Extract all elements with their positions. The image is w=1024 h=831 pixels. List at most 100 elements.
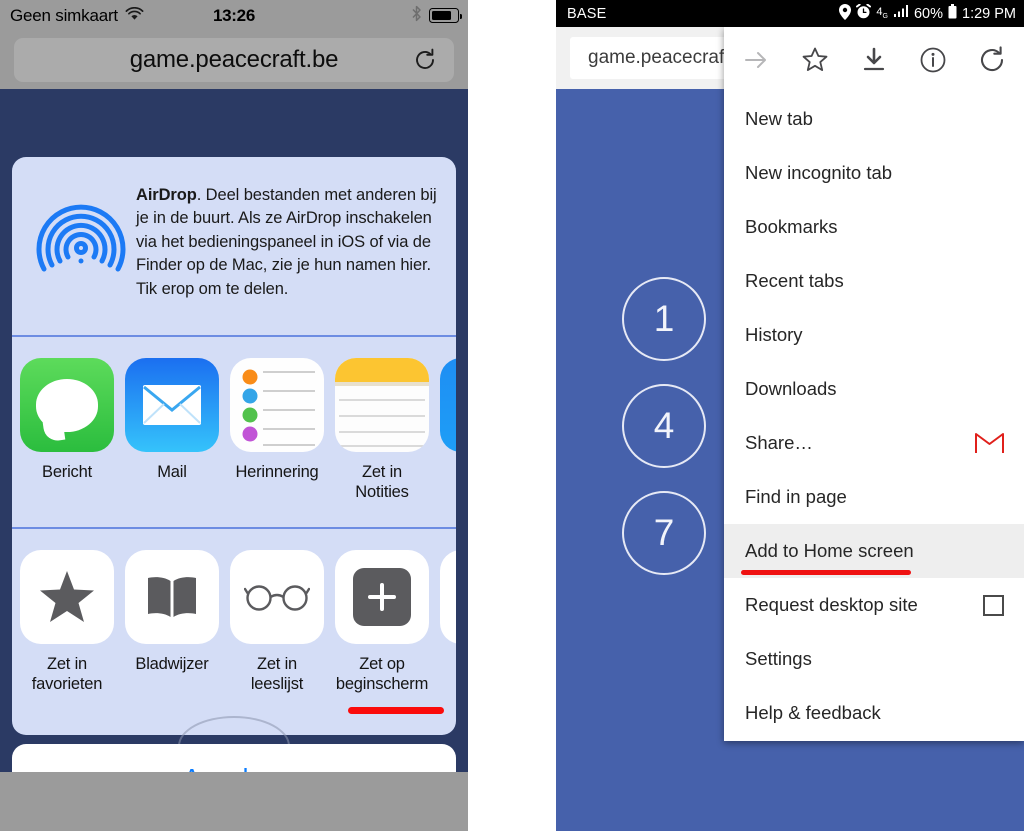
menu-item-label: Request desktop site: [745, 594, 918, 615]
menu-item-help-and-feedback[interactable]: Help & feedback: [724, 686, 1024, 740]
ios-address-bar: game.peacecraft.be: [0, 31, 468, 89]
notes-icon: [335, 358, 429, 452]
page-number-circle: 4: [622, 384, 706, 468]
menu-item-label: Share…: [745, 432, 813, 453]
clock-label: 1:29 PM: [962, 5, 1016, 22]
star-bookmark-icon[interactable]: [801, 46, 829, 74]
menu-item-label: Help & feedback: [745, 702, 881, 723]
book-icon: [125, 550, 219, 644]
url-text: game.peacecraft.be: [129, 46, 339, 73]
action-add-to-home-screen[interactable]: Zet op beginscherm: [335, 550, 429, 694]
menu-item-history[interactable]: History: [724, 308, 1024, 362]
menu-item-share[interactable]: Share…: [724, 416, 1024, 470]
chrome-overflow-menu: New tab New incognito tab Bookmarks Rece…: [724, 27, 1024, 741]
red-annotation-underline: [741, 570, 911, 575]
airdrop-title: AirDrop: [136, 186, 197, 204]
status-right-group: 4G 60% 1:29 PM: [839, 3, 1016, 24]
battery-icon: [948, 4, 957, 23]
android-phone-screenshot: BASE 4G 60% 1:29 PM game.peacecraft.b 1 …: [556, 0, 1024, 831]
plus-square-icon: [335, 550, 429, 644]
action-label: Zet op beginscherm: [335, 655, 429, 694]
share-target-mail[interactable]: Mail: [125, 358, 219, 482]
menu-item-recent-tabs[interactable]: Recent tabs: [724, 254, 1024, 308]
menu-item-find-in-page[interactable]: Find in page: [724, 470, 1024, 524]
battery-icon: [429, 8, 463, 23]
gmail-icon: [975, 432, 1004, 454]
airdrop-description: AirDrop. Deel bestanden met anderen bij …: [136, 184, 442, 301]
menu-item-label: Settings: [745, 648, 812, 669]
signal-bars-icon: [893, 5, 909, 22]
menu-item-label: Add to Home screen: [745, 540, 914, 561]
page-number-label: 1: [653, 298, 675, 339]
action-more[interactable]: [440, 550, 456, 644]
menu-item-add-to-home-screen[interactable]: Add to Home screen: [724, 524, 1024, 578]
menu-item-label: Bookmarks: [745, 216, 838, 237]
menu-item-label: History: [745, 324, 803, 345]
menu-item-new-incognito-tab[interactable]: New incognito tab: [724, 146, 1024, 200]
alarm-clock-icon: [856, 3, 872, 23]
clock-label: 13:26: [213, 5, 255, 25]
forward-arrow-icon[interactable]: [742, 46, 770, 74]
more-actions-icon: [440, 550, 456, 644]
menu-item-label: New incognito tab: [745, 162, 893, 183]
menu-item-settings[interactable]: Settings: [724, 632, 1024, 686]
menu-item-new-tab[interactable]: New tab: [724, 92, 1024, 146]
4g-lte-icon: 4G: [876, 5, 888, 21]
battery-percent-label: 60%: [913, 5, 943, 22]
desktop-site-checkbox[interactable]: [983, 594, 1004, 616]
location-pin-icon: [839, 3, 852, 24]
download-icon[interactable]: [860, 46, 888, 74]
ios-bottom-bar: [0, 772, 468, 831]
action-label: Zet in leeslijst: [250, 655, 304, 694]
share-target-messages[interactable]: Bericht: [20, 358, 114, 482]
messages-icon: [20, 358, 114, 452]
star-icon: [20, 550, 114, 644]
reload-icon[interactable]: [978, 45, 1006, 74]
share-target-label: Mail: [157, 463, 187, 481]
menu-item-label: Recent tabs: [745, 270, 844, 291]
bluetooth-icon: [411, 5, 422, 27]
action-add-to-favorites[interactable]: Zet in favorieten: [20, 550, 114, 694]
share-target-label: Bericht: [42, 463, 92, 481]
ios-share-sheet: AirDrop. Deel bestanden met anderen bij …: [12, 157, 456, 735]
share-target-reminders[interactable]: Herinnering: [230, 358, 324, 482]
page-number-label: 4: [653, 405, 675, 446]
share-target-label: Zet in Notities: [355, 463, 409, 502]
share-target-label: Herinnering: [235, 463, 319, 481]
reminders-icon: [230, 358, 324, 452]
carrier-label: BASE: [567, 5, 607, 22]
mail-icon: [125, 358, 219, 452]
airdrop-icon: [34, 189, 128, 283]
action-label: Bladwijzer: [135, 655, 209, 673]
share-apps-row: Bericht Mail Herinnering Zet in Notities: [12, 337, 456, 527]
android-status-bar: BASE 4G 60% 1:29 PM: [556, 0, 1024, 27]
glasses-icon: [230, 550, 324, 644]
menu-item-bookmarks[interactable]: Bookmarks: [724, 200, 1024, 254]
share-actions-row: Zet in favorieten Bladwijzer Zet in lees…: [12, 529, 456, 729]
share-target-notes[interactable]: Zet in Notities: [335, 358, 429, 502]
page-number-circle: 1: [622, 277, 706, 361]
action-add-to-reading-list[interactable]: Zet in leeslijst: [230, 550, 324, 694]
page-number-circle: 7: [622, 491, 706, 575]
status-right-group: [411, 5, 463, 27]
airdrop-section: AirDrop. Deel bestanden met anderen bij …: [12, 157, 456, 335]
url-input[interactable]: game.peacecraft.be: [14, 38, 454, 82]
page-info-icon[interactable]: [919, 46, 947, 74]
action-bookmark[interactable]: Bladwijzer: [125, 550, 219, 674]
menu-item-request-desktop-site[interactable]: Request desktop site: [724, 578, 1024, 632]
ios-phone-screenshot: Geen simkaart 13:26 game.peacecraft.be A…: [0, 0, 468, 831]
reload-icon[interactable]: [413, 48, 437, 72]
share-target-more-apps[interactable]: [440, 358, 456, 452]
red-annotation-underline: [348, 707, 444, 714]
menu-icon-row: [724, 27, 1024, 92]
action-label: Zet in favorieten: [31, 655, 103, 694]
screenshot-root: Geen simkaart 13:26 game.peacecraft.be A…: [0, 0, 1024, 831]
menu-item-downloads[interactable]: Downloads: [724, 362, 1024, 416]
menu-item-label: New tab: [745, 108, 813, 129]
menu-item-label: Downloads: [745, 378, 837, 399]
url-text: game.peacecraft.b: [588, 47, 746, 68]
more-apps-icon: [440, 358, 456, 452]
menu-item-label: Find in page: [745, 486, 847, 507]
page-number-label: 7: [653, 512, 675, 553]
ios-status-bar: Geen simkaart 13:26: [0, 0, 468, 31]
